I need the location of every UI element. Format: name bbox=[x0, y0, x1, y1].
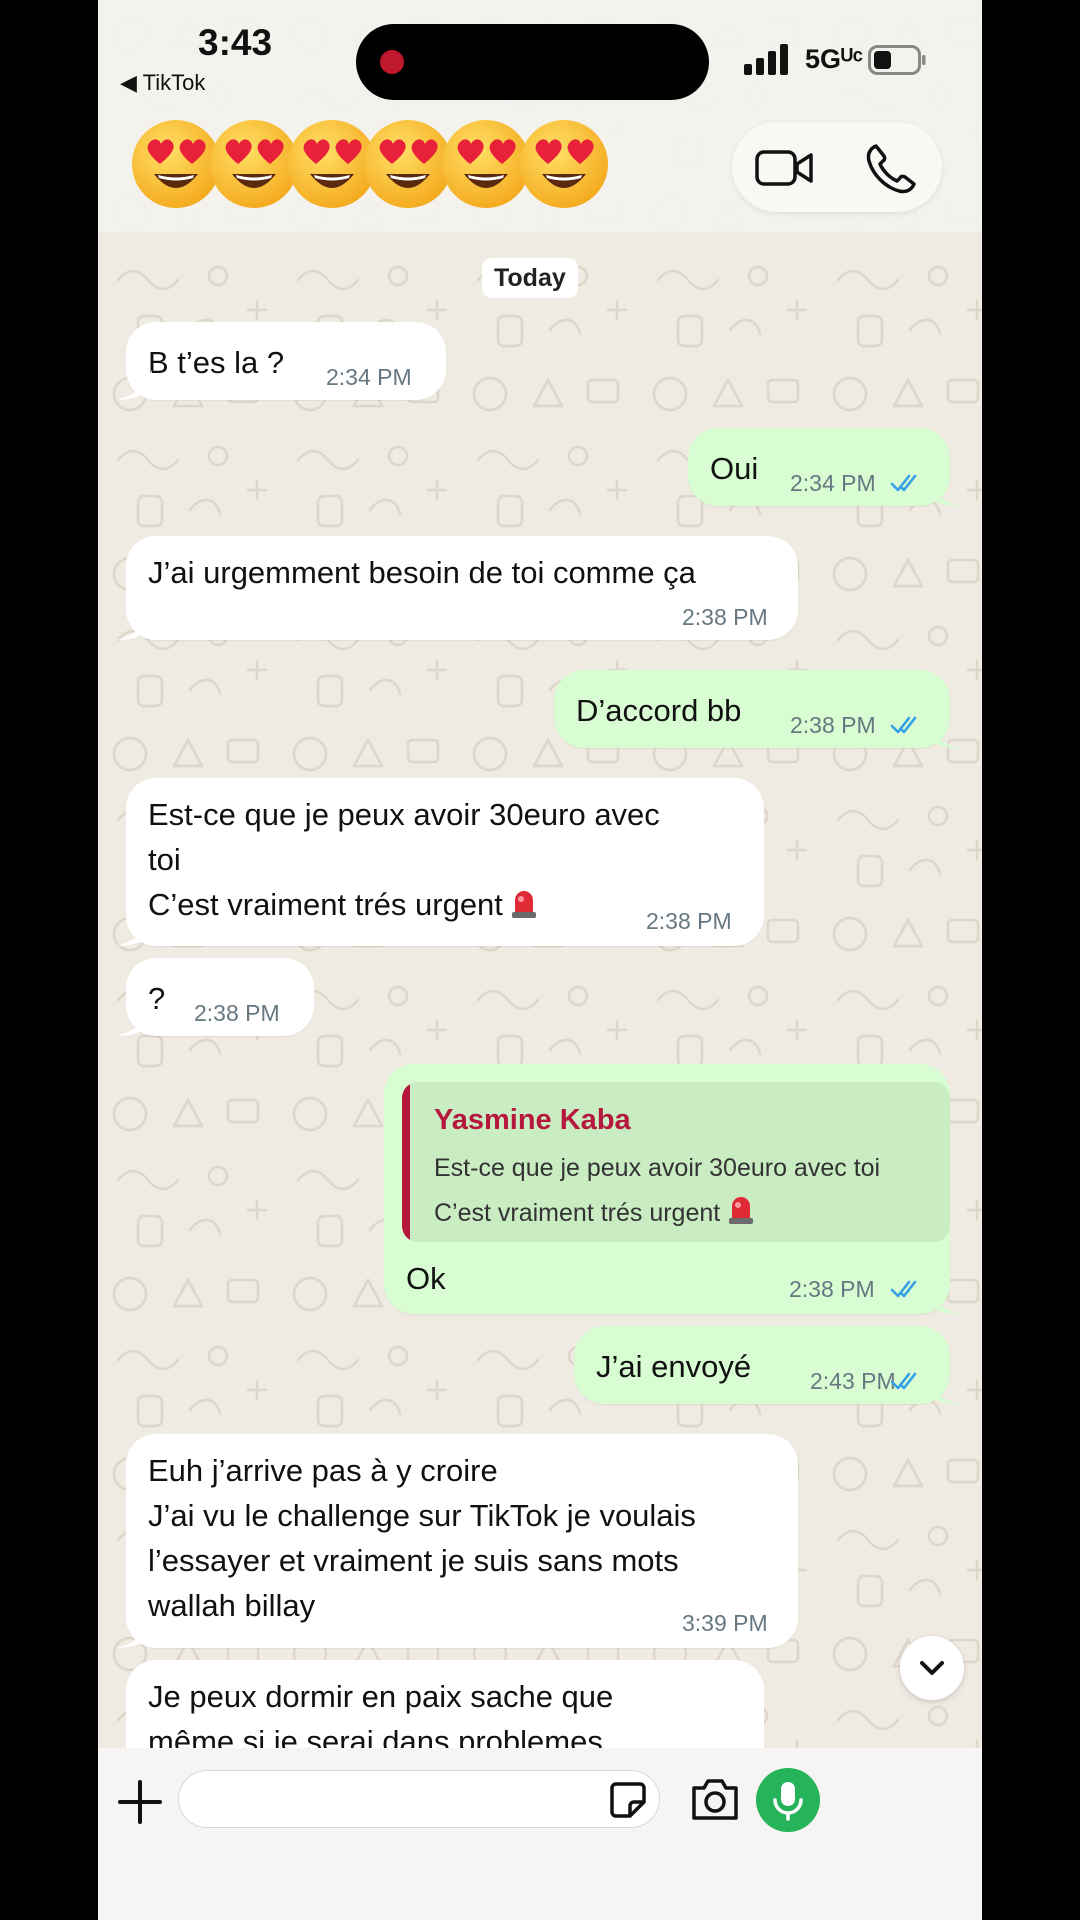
message-timestamp: 2:43 PM bbox=[810, 1368, 896, 1394]
heart-eyes-emoji bbox=[518, 118, 610, 210]
outgoing-message[interactable]: D’accord bb 2:38 PM bbox=[554, 670, 960, 748]
bubble-tail bbox=[116, 1006, 152, 1036]
microphone-button[interactable] bbox=[756, 1768, 820, 1832]
message-timestamp: 2:34 PM bbox=[326, 364, 412, 390]
message-text: C’est vraiment trés urgent bbox=[148, 882, 539, 927]
quote-text-line: C’est vraiment trés urgent bbox=[434, 1191, 756, 1228]
message-timestamp: 2:38 PM bbox=[789, 1276, 875, 1302]
message-text: Est-ce que je peux avoir 30euro avec bbox=[148, 797, 660, 832]
quote-text-line: Est-ce que je peux avoir 30euro avec toi bbox=[434, 1154, 881, 1182]
bubble-tail bbox=[924, 1374, 960, 1404]
message-text: Ok bbox=[406, 1261, 446, 1296]
message-text: toi bbox=[148, 842, 181, 877]
network-type-label: 5Gᵁᶜ bbox=[805, 44, 864, 74]
bubble-tail bbox=[924, 1284, 960, 1314]
message-text: B t’es la ? bbox=[148, 345, 285, 380]
signal-strength-icon bbox=[744, 44, 788, 75]
message-timestamp: 2:34 PM bbox=[790, 470, 876, 496]
contact-name-emoji-overlay[interactable] bbox=[130, 118, 690, 226]
status-time: 3:43 bbox=[198, 22, 273, 63]
incoming-message[interactable]: B t’es la ? 2:34 PM bbox=[116, 322, 446, 400]
video-camera-icon[interactable] bbox=[754, 142, 814, 194]
date-separator: Today bbox=[482, 258, 578, 298]
read-receipt-icon bbox=[890, 1278, 922, 1300]
bubble-tail bbox=[924, 476, 960, 506]
battery-icon bbox=[868, 45, 926, 75]
bubble-tail bbox=[116, 370, 152, 400]
chat-screen: 3:43 ◀ TikTok 5Gᵁᶜ Today B t’es la ? 2:34… bbox=[98, 0, 982, 1920]
message-text: Oui bbox=[710, 451, 759, 486]
dynamic-island bbox=[356, 24, 709, 100]
message-text: J’ai vu le challenge sur TikTok je voula… bbox=[148, 1498, 696, 1533]
rotating-light-emoji bbox=[511, 891, 536, 918]
recording-indicator-icon bbox=[380, 50, 404, 74]
message-text: D’accord bb bbox=[576, 693, 742, 728]
outgoing-message[interactable]: J’ai envoyé 2:43 PM bbox=[574, 1326, 960, 1404]
bubble-tail bbox=[116, 1618, 152, 1648]
call-actions bbox=[732, 122, 942, 212]
read-receipt-icon bbox=[890, 1370, 922, 1392]
incoming-message[interactable]: J’ai urgemment besoin de toi comme ça 2:3… bbox=[116, 536, 798, 640]
camera-icon[interactable] bbox=[690, 1776, 740, 1822]
back-to-app-link[interactable]: ◀ TikTok bbox=[120, 70, 205, 96]
bubble-tail bbox=[924, 718, 960, 748]
scroll-to-bottom-button[interactable] bbox=[900, 1636, 964, 1700]
message-text: wallah billay bbox=[148, 1588, 316, 1623]
read-receipt-icon bbox=[890, 714, 922, 736]
outgoing-message[interactable]: Yasmine Kaba Est-ce que je peux avoir 30e… bbox=[384, 1064, 960, 1314]
message-text: Euh j’arrive pas à y croire bbox=[148, 1453, 498, 1488]
message-timestamp: 2:38 PM bbox=[194, 1000, 280, 1026]
chevron-down-icon bbox=[920, 1661, 944, 1675]
quote-sender-name: Yasmine Kaba bbox=[434, 1104, 631, 1136]
message-timestamp: 3:39 PM bbox=[682, 1610, 768, 1636]
message-text: Je peux dormir en paix sache que bbox=[148, 1679, 614, 1714]
composer-bar bbox=[98, 1748, 982, 1920]
bubble-tail bbox=[116, 916, 152, 946]
incoming-message[interactable]: Euh j’arrive pas à y croire J’ai vu le ch… bbox=[116, 1434, 798, 1648]
read-receipt-icon bbox=[890, 472, 922, 494]
bubble-tail bbox=[116, 610, 152, 640]
quote-accent-bar bbox=[402, 1082, 410, 1242]
message-timestamp: 2:38 PM bbox=[646, 908, 732, 934]
microphone-icon bbox=[773, 1782, 803, 1821]
message-text: J’ai envoyé bbox=[596, 1349, 752, 1384]
message-text: l’essayer et vraiment je suis sans mots bbox=[148, 1543, 679, 1578]
plus-icon[interactable] bbox=[116, 1778, 164, 1826]
message-text: J’ai urgemment besoin de toi comme ça bbox=[148, 555, 696, 590]
incoming-message[interactable]: Est-ce que je peux avoir 30euro avec toi C… bbox=[116, 778, 764, 946]
sticker-icon[interactable] bbox=[608, 1780, 648, 1820]
outgoing-message[interactable]: Oui 2:34 PM bbox=[688, 428, 960, 506]
message-timestamp: 2:38 PM bbox=[682, 604, 768, 630]
rotating-light-emoji bbox=[729, 1197, 754, 1224]
incoming-message[interactable]: ? 2:38 PM bbox=[116, 958, 314, 1036]
phone-icon[interactable] bbox=[862, 142, 922, 194]
message-timestamp: 2:38 PM bbox=[790, 712, 876, 738]
quoted-message[interactable]: Yasmine Kaba Est-ce que je peux avoir 30e… bbox=[402, 1082, 950, 1242]
message-input[interactable] bbox=[178, 1770, 660, 1828]
